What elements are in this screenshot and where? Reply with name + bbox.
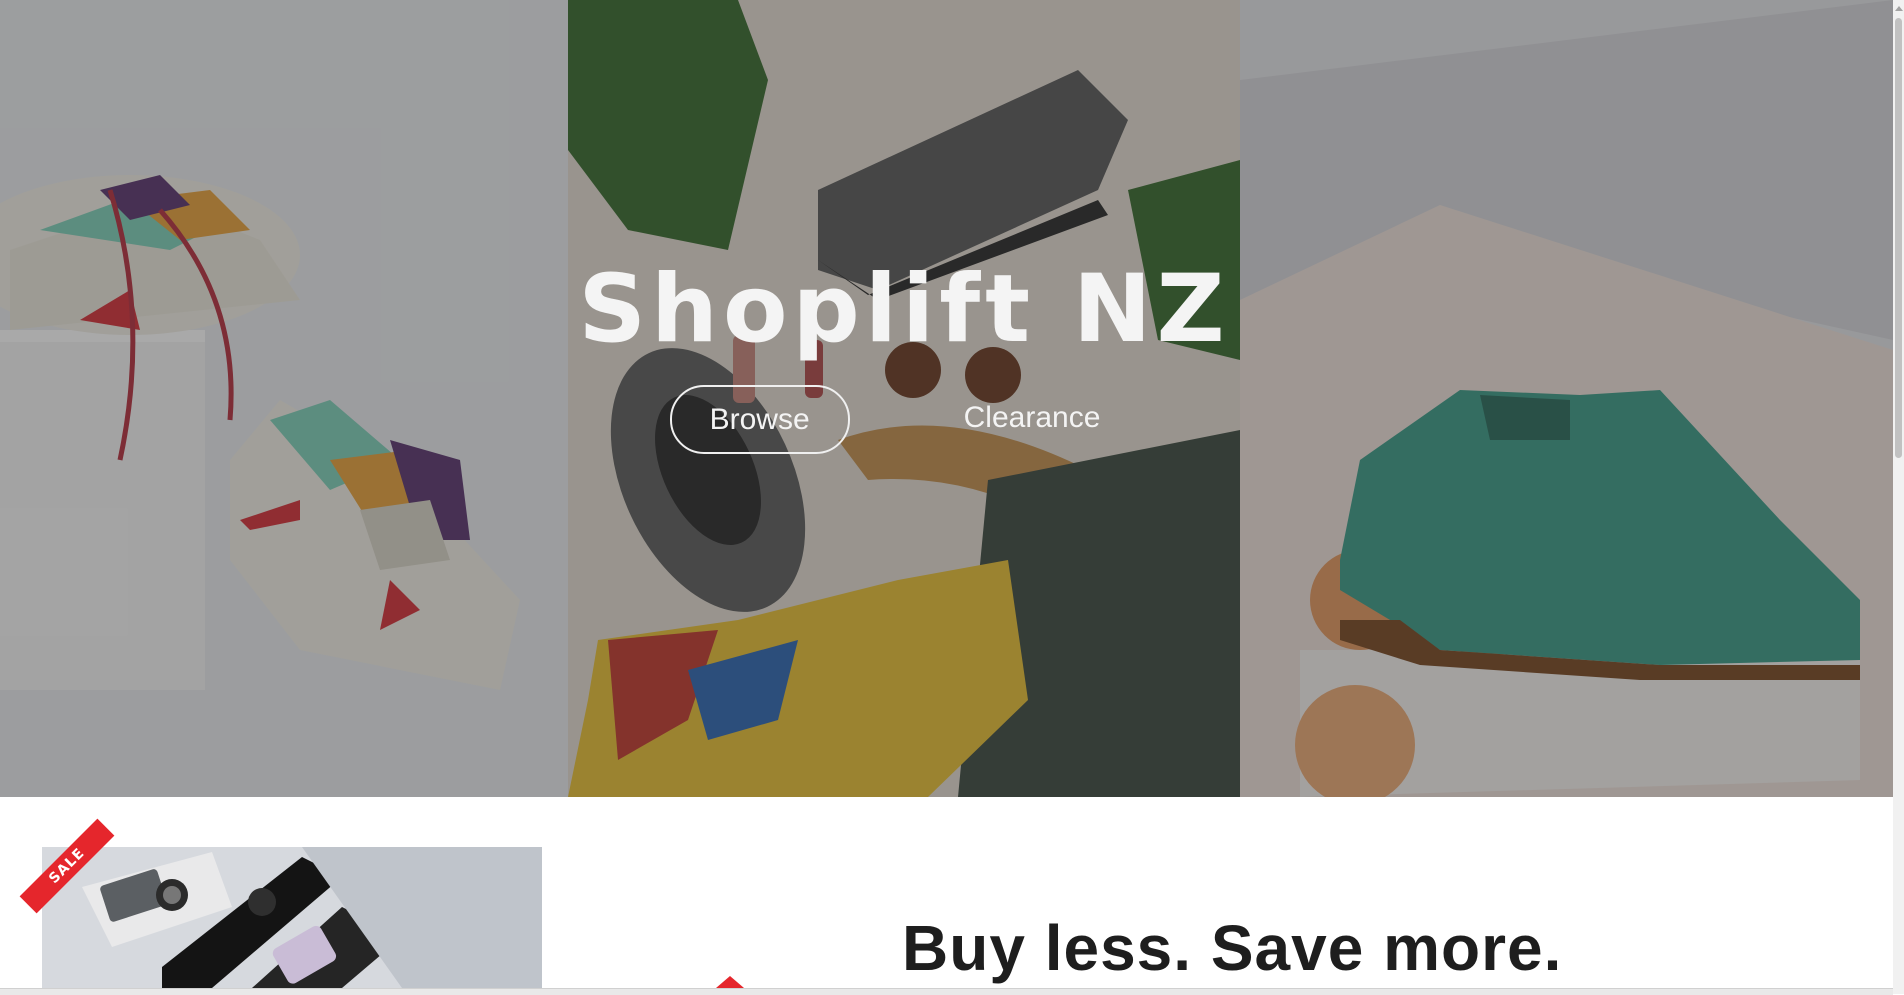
browse-button[interactable]: Browse — [669, 385, 850, 454]
hero-content: Shoplift NZ Browse Clearance — [568, 255, 1240, 454]
vertical-scrollbar[interactable] — [1893, 0, 1904, 994]
scroll-thumb[interactable] — [1895, 18, 1902, 458]
product-image-electronics[interactable] — [42, 847, 542, 988]
hero-title: Shoplift NZ — [578, 255, 1230, 364]
hero-banner: Shoplift NZ Browse Clearance — [0, 0, 1893, 797]
hero-buttons: Browse Clearance — [568, 385, 1240, 454]
promo-headline: Buy less. Save more. — [902, 912, 1563, 984]
clearance-button[interactable]: Clearance — [926, 385, 1139, 450]
red-marker-icon — [716, 976, 744, 988]
hero-image-sneakers — [0, 0, 568, 797]
scroll-up-icon[interactable] — [1895, 6, 1903, 11]
hero-image-brogue — [1240, 0, 1893, 797]
